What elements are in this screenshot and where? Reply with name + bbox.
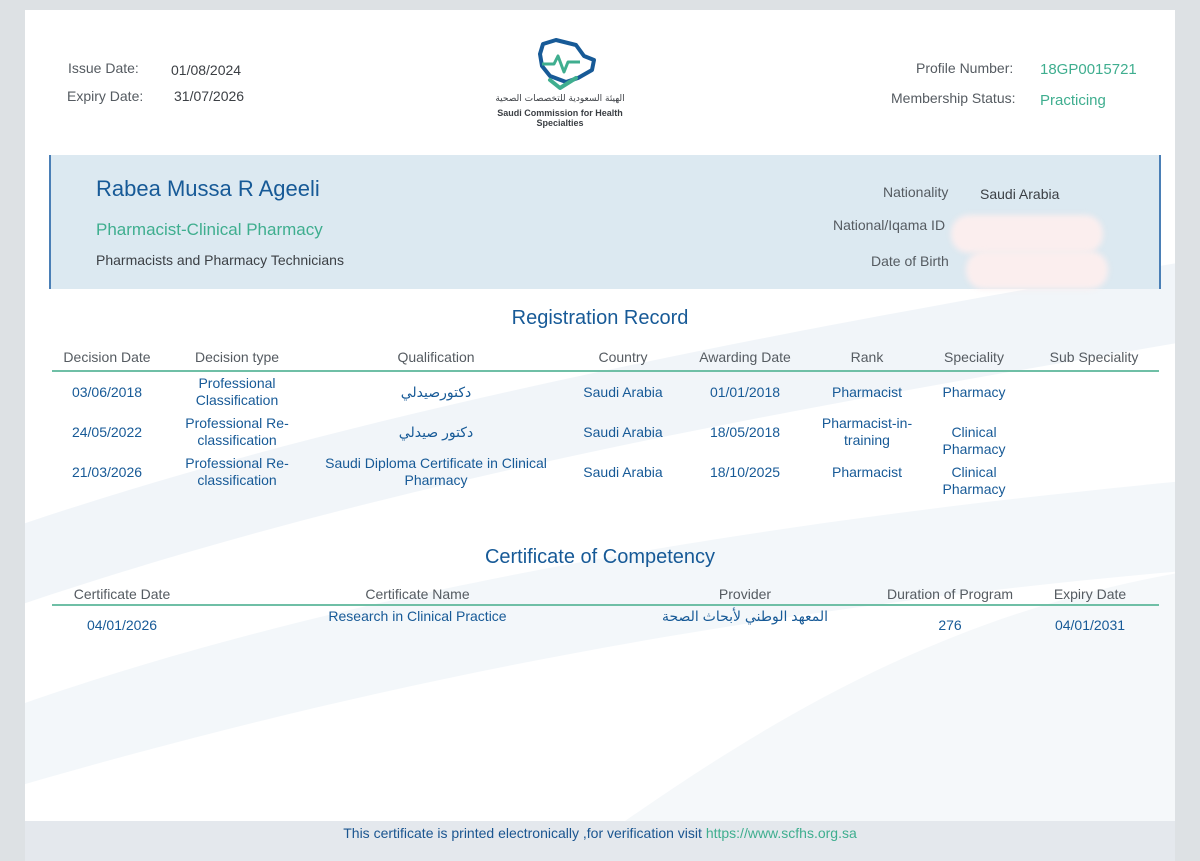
table-cell: 04/01/2026: [86, 617, 158, 633]
column-header: Decision type: [194, 349, 280, 365]
expiry-date: 31/07/2026: [174, 88, 245, 104]
holder-category: Pharmacists and Pharmacy Technicians: [96, 252, 344, 268]
table-cell: 21/03/2026: [71, 464, 143, 480]
table-cell: Pharmacist: [831, 384, 903, 400]
column-header: Duration of Program: [886, 586, 1014, 602]
table-cell: Research in Clinical Practice: [328, 608, 507, 624]
table-cell: دكتور صيدلي: [398, 424, 474, 440]
column-header: Certificate Date: [73, 586, 171, 602]
footer-text: This certificate is printed electronical…: [343, 825, 702, 841]
issue-date-label: Issue Date:: [68, 60, 139, 76]
table-cell: Clinical Pharmacy: [942, 424, 1006, 457]
membership-status: Practicing: [1040, 92, 1106, 109]
column-header: Awarding Date: [699, 349, 791, 365]
dob-label: Date of Birth: [871, 253, 949, 269]
table-cell: 01/01/2018: [709, 384, 781, 400]
profile-info-box: Rabea Mussa R Ageeli Pharmacist-Clinical…: [49, 155, 1161, 289]
profile-number-label: Profile Number:: [916, 60, 1014, 76]
column-header: Sub Speciality: [1049, 349, 1139, 365]
column-header: Country: [598, 349, 648, 365]
table-cell: 276: [938, 617, 962, 633]
table-cell: 18/05/2018: [709, 424, 781, 440]
logo-arabic-name: الهيئة السعودية للتخصصات الصحية: [495, 94, 625, 104]
nationality: Saudi Arabia: [980, 186, 1060, 202]
column-header: Speciality: [944, 349, 1004, 365]
table-cell: Saudi Arabia: [583, 464, 663, 480]
redacted-national-id: [951, 215, 1103, 253]
certificate-page: Issue Date: 01/08/2024 Expiry Date: 31/0…: [25, 10, 1175, 821]
column-header: Certificate Name: [365, 586, 470, 602]
competency-title: Certificate of Competency: [484, 546, 716, 568]
table-cell: Pharmacist-in-training: [821, 415, 913, 448]
registration-record-title: Registration Record: [511, 307, 689, 329]
table-cell: المعهد الوطني لأبحاث الصحة: [661, 608, 829, 624]
table-cell: Professional Classification: [195, 375, 279, 408]
holder-title: Pharmacist-Clinical Pharmacy: [96, 220, 323, 239]
heartbeat-map-icon: [538, 38, 596, 90]
column-header: Qualification: [397, 349, 475, 365]
profile-number: 18GP0015721: [1040, 61, 1137, 78]
table-cell: Professional Re-classification: [185, 415, 289, 448]
nationality-label: Nationality: [883, 184, 949, 200]
column-header: Expiry Date: [1053, 586, 1127, 602]
table-cell: 03/06/2018: [71, 384, 143, 400]
issue-date: 01/08/2024: [171, 62, 242, 78]
scfhs-logo: الهيئة السعودية للتخصصات الصحية Saudi Co…: [480, 38, 640, 128]
competency-header-rule: [52, 604, 1159, 606]
registration-header-rule: [52, 370, 1159, 372]
table-cell: دكتورصيدلي: [400, 384, 472, 400]
holder-name: Rabea Mussa R Ageeli: [96, 176, 320, 201]
table-cell: 18/10/2025: [709, 464, 781, 480]
table-cell: Saudi Arabia: [583, 384, 663, 400]
membership-status-label: Membership Status:: [891, 90, 1016, 106]
table-cell: Pharmacy: [942, 384, 1006, 400]
table-cell: Pharmacist: [831, 464, 903, 480]
column-header: Rank: [850, 349, 884, 365]
table-cell: Clinical Pharmacy: [942, 464, 1006, 497]
table-cell: Saudi Arabia: [583, 424, 663, 440]
column-header: Provider: [718, 586, 772, 602]
verification-footer: This certificate is printed electronical…: [25, 821, 1175, 861]
table-cell: Saudi Diploma Certificate in Clinical Ph…: [325, 455, 547, 488]
table-cell: 04/01/2031: [1054, 617, 1126, 633]
national-id-label: National/Iqama ID: [833, 217, 946, 233]
logo-english-name: Saudi Commission for Health Specialties: [497, 108, 623, 128]
expiry-date-label: Expiry Date:: [67, 88, 144, 104]
table-cell: 24/05/2022: [71, 424, 143, 440]
redacted-dob: [966, 251, 1108, 289]
column-header: Decision Date: [63, 349, 151, 365]
table-cell: Professional Re-classification: [185, 455, 289, 488]
verification-link[interactable]: https://www.scfhs.org.sa: [706, 825, 857, 841]
